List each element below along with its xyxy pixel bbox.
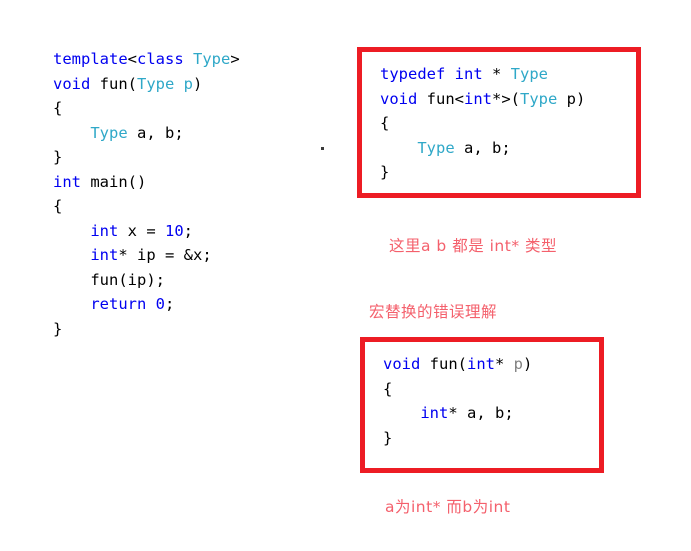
stray-dot-artifact [321, 147, 324, 150]
code-token: ; [183, 221, 194, 240]
code-token: int [464, 89, 492, 108]
code-token: { [53, 197, 63, 215]
annotation-macro-misconception: 宏替换的错误理解 [369, 303, 498, 321]
code-token: Type [520, 89, 558, 108]
code-token: < [127, 50, 137, 68]
code-token: template [53, 50, 128, 68]
code-token: fun< [417, 89, 464, 108]
code-token: a, b; [454, 138, 511, 157]
code-token: { [53, 99, 63, 117]
code-token: typedef [380, 65, 446, 83]
instantiated-template-callout-box: typedef int * Type void fun<int*>(Type p… [357, 47, 641, 198]
code-token: int [420, 404, 449, 422]
code-token: p) [557, 89, 586, 108]
code-token: p [183, 74, 194, 93]
slide-canvas: { "left_code": { "lines": [ [ {"t": "tem… [0, 0, 691, 551]
code-token: Type [137, 74, 175, 93]
code-token: 0 [155, 295, 166, 313]
code-token: void [380, 89, 418, 108]
code-token: int [53, 172, 81, 191]
code-token: p [513, 355, 524, 373]
code-token: { [383, 379, 393, 398]
code-token: * [482, 65, 511, 83]
code-token: Type [90, 123, 128, 142]
code-token: void [383, 355, 421, 373]
code-token: a, b; [127, 123, 184, 142]
code-token: class [137, 50, 184, 68]
macro-substitution-code: void fun(int* p) { int* a, b; } [383, 352, 532, 450]
code-token: * [495, 355, 514, 373]
code-token: int [90, 221, 119, 240]
code-token: * a, b; [448, 404, 514, 422]
code-token: { [380, 114, 390, 132]
code-token: int [90, 246, 119, 264]
code-token: } [53, 148, 63, 166]
macro-substitution-callout-box: void fun(int* p) { int* a, b; } [360, 337, 604, 473]
code-token: ; [165, 295, 175, 313]
annotation-a-is-pointer-b-is-int: a为int* 而b为int [385, 498, 511, 516]
code-token: 10 [165, 221, 184, 240]
annotation-both-are-int-pointer: 这里a b 都是 int* 类型 [389, 237, 558, 255]
code-token: } [383, 428, 393, 447]
code-token: int [467, 355, 495, 373]
code-token: Type [510, 65, 548, 83]
code-token: ) [523, 355, 533, 373]
code-token: * ip = &x; [118, 246, 212, 264]
code-token: fun( [90, 74, 137, 93]
code-token: Type [417, 138, 455, 157]
code-token: int [454, 65, 483, 83]
code-token: fun(ip); [53, 270, 165, 289]
code-token: fun( [420, 355, 467, 373]
instantiated-template-code: typedef int * Type void fun<int*>(Type p… [380, 62, 585, 185]
code-token: Type [193, 50, 231, 68]
template-source-code-block: template<class Type> void fun(Type p) { … [53, 47, 240, 341]
code-token: > [230, 50, 240, 68]
code-token: *>( [492, 89, 520, 108]
code-token: return [90, 295, 147, 313]
code-token: x = [118, 221, 165, 240]
code-token: void [53, 74, 91, 93]
code-token: } [53, 319, 63, 338]
code-token: main() [81, 172, 147, 191]
code-token: } [380, 163, 390, 181]
code-token: ) [193, 74, 203, 93]
